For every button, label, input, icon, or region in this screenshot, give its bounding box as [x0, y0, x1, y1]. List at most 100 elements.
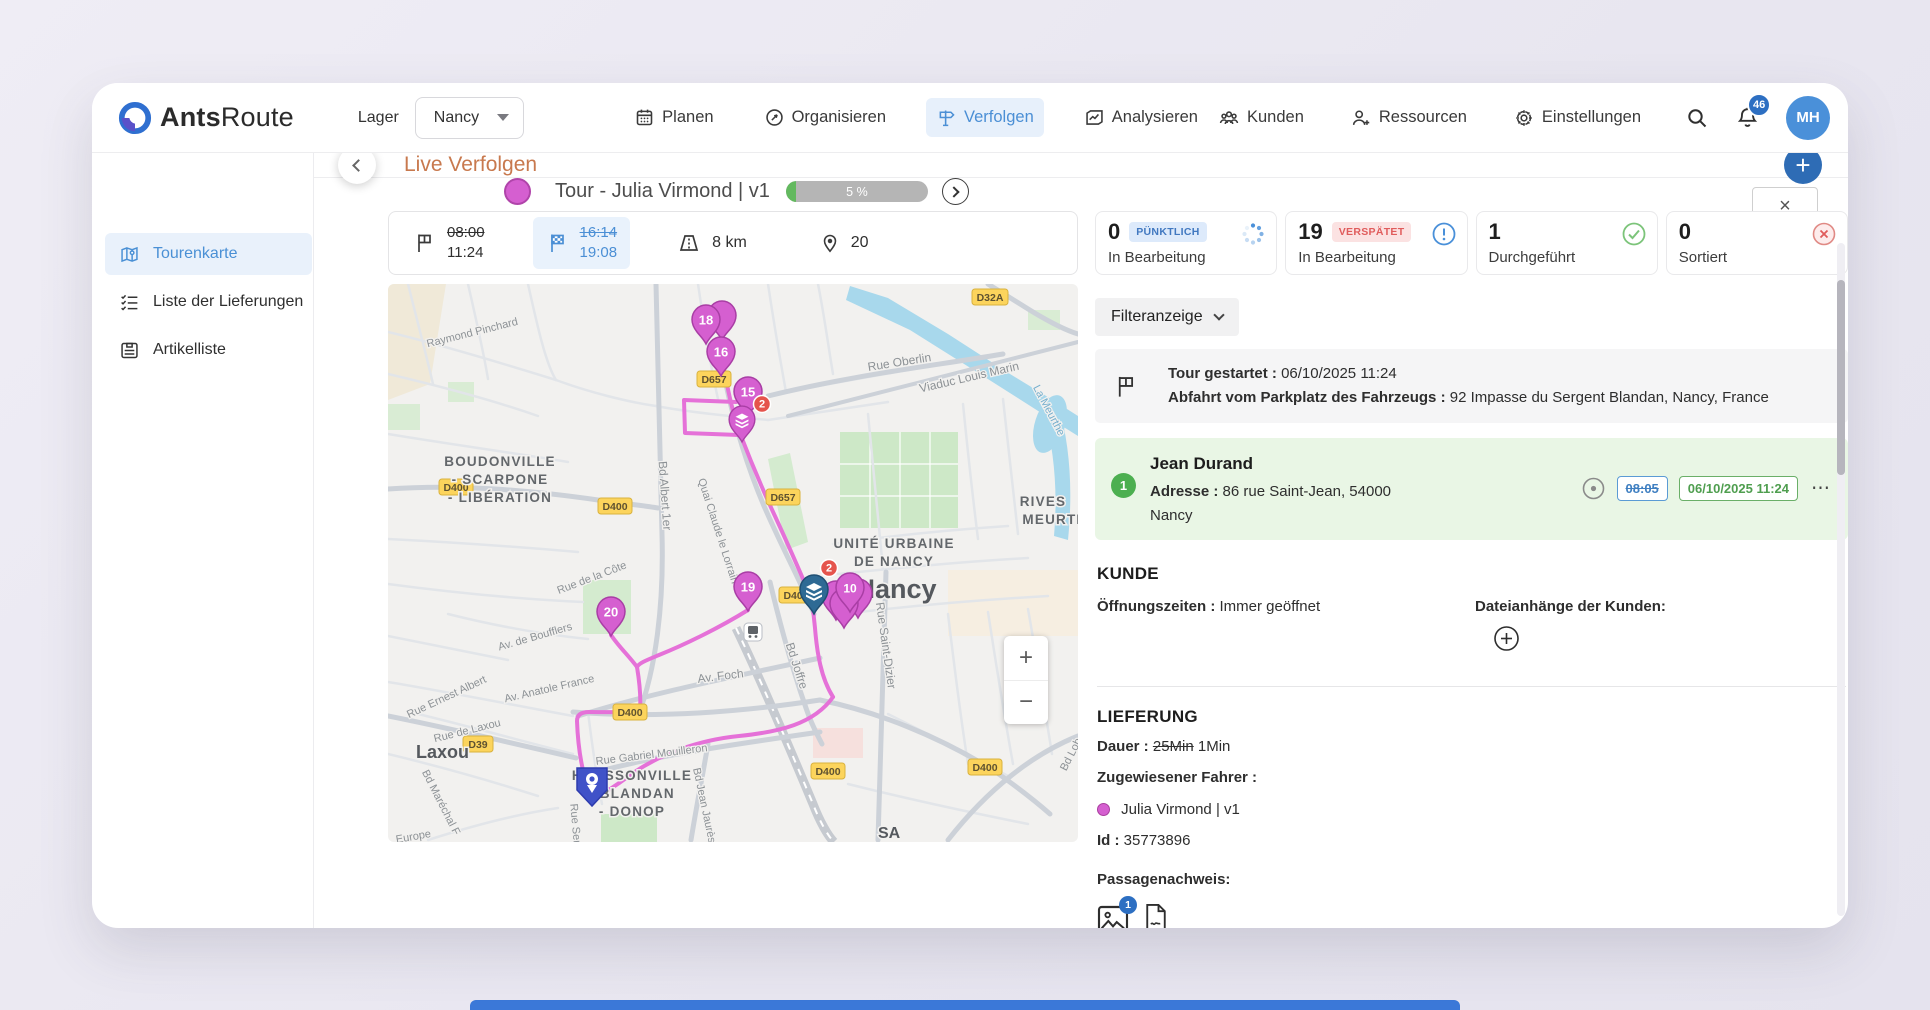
- panel-scrollbar-thumb[interactable]: [1837, 280, 1845, 475]
- chevron-left-icon: [352, 159, 365, 172]
- duration-actual: 1Min: [1198, 738, 1231, 755]
- road-icon: [676, 231, 702, 255]
- svg-text:Bd Maréchal F: Bd Maréchal F: [419, 768, 462, 837]
- nav-ressourcen[interactable]: Ressourcen: [1340, 98, 1477, 138]
- start-flag-icon: [1113, 373, 1140, 400]
- gauge-icon: [764, 107, 785, 128]
- svg-text:MEURTHE: MEURTHE: [1022, 512, 1078, 527]
- sidebar-item-lieferungen[interactable]: Liste der Lieferungen: [105, 281, 312, 323]
- kunde-heading: KUNDE: [1097, 564, 1846, 584]
- svg-text:Rue Ser: Rue Ser: [567, 803, 583, 842]
- status-badge: PÜNKTLICH: [1129, 222, 1206, 242]
- address-label: Adresse :: [1150, 483, 1218, 500]
- card-value: 0: [1108, 221, 1120, 243]
- delivery-stop-card[interactable]: 1 Jean Durand Adresse : 86 rue Saint-Jea…: [1095, 438, 1848, 540]
- antsroute-logo-icon: [118, 101, 152, 135]
- target-icon[interactable]: [1581, 476, 1606, 501]
- card-label: Sortiert: [1679, 249, 1835, 266]
- stop-index-badge: 1: [1111, 473, 1136, 498]
- check-circle-icon: [1621, 221, 1647, 247]
- chevron-right-icon: [948, 186, 959, 197]
- sidebar-item-tourenkarte[interactable]: Tourenkarte: [105, 233, 312, 275]
- nav-verfolgen[interactable]: Verfolgen: [926, 98, 1044, 137]
- spinner-icon: [1240, 221, 1266, 247]
- hours-label: Öffnungszeiten :: [1097, 598, 1215, 615]
- svg-text:D657: D657: [701, 374, 726, 386]
- map-icon: [119, 244, 140, 265]
- tour-name: Tour - Julia Virmond | v1: [555, 180, 770, 203]
- signpost-icon: [936, 107, 957, 128]
- background-dock-bar: [470, 1000, 1460, 1010]
- card-puenktlich: 0 PÜNKTLICH In Bearbeitung: [1095, 211, 1277, 275]
- search-button[interactable]: [1685, 106, 1709, 130]
- zoom-out-button[interactable]: −: [1004, 681, 1048, 725]
- tour-progress-bar: 5 %: [786, 181, 928, 202]
- card-label: In Bearbeitung: [1298, 249, 1454, 266]
- nav-planen[interactable]: Planen: [624, 98, 723, 137]
- planned-time-chip[interactable]: 08:05: [1617, 476, 1668, 501]
- hours-value: Immer geöffnet: [1220, 598, 1321, 615]
- svg-text:16: 16: [714, 345, 728, 360]
- svg-text:D400: D400: [617, 707, 642, 719]
- marker-pin-19[interactable]: 19: [734, 572, 762, 611]
- driver-name: Julia Virmond | v1: [1121, 801, 1240, 818]
- start-label: Tour gestartet :: [1168, 365, 1277, 382]
- tour-stops-cell: 20: [819, 231, 869, 255]
- tour-start-infobox: Tour gestartet : 06/10/2025 11:24 Abfahr…: [1095, 349, 1848, 423]
- nav-einstellungen[interactable]: Einstellungen: [1503, 98, 1651, 138]
- app-logo[interactable]: AntsRoute: [118, 101, 294, 135]
- svg-text:Quai Claude le Lorrain: Quai Claude le Lorrain: [695, 477, 740, 585]
- lieferung-heading: LIEFERUNG: [1097, 707, 1846, 727]
- route-map[interactable]: D32A D657 D400 D400 D657 D400 D400 D39 D…: [388, 284, 1078, 842]
- cross-circle-icon: [1811, 221, 1837, 247]
- sidebar-item-label: Artikelliste: [153, 341, 226, 359]
- chevron-down-icon: [1213, 309, 1224, 320]
- filter-display-button[interactable]: Filteranzeige: [1095, 298, 1239, 336]
- nav-kunden[interactable]: Kunden: [1208, 98, 1314, 138]
- nav-organisieren[interactable]: Organisieren: [754, 98, 896, 137]
- box-list-icon: [119, 340, 140, 361]
- actual-end-time: 19:08: [580, 243, 618, 263]
- map-zoom-control: + −: [1004, 636, 1048, 724]
- marker-pin-vehicle-group[interactable]: [800, 575, 828, 614]
- zoom-in-button[interactable]: +: [1004, 636, 1048, 681]
- svg-text:18: 18: [699, 313, 713, 328]
- avatar[interactable]: MH: [1786, 96, 1830, 140]
- tour-expand-button[interactable]: [942, 178, 969, 205]
- card-value: 1: [1489, 221, 1501, 243]
- more-options-button[interactable]: ⋯: [1811, 477, 1832, 500]
- duration-line: Dauer : 25Min 1Min: [1097, 736, 1846, 759]
- nav-analysieren[interactable]: Analysieren: [1074, 98, 1208, 137]
- notifications-button[interactable]: 46: [1735, 105, 1760, 130]
- svg-text:Laxou: Laxou: [416, 742, 469, 762]
- departure-value: 92 Impasse du Sergent Blandan, Nancy, Fr…: [1450, 389, 1769, 406]
- nav-organisieren-label: Organisieren: [792, 108, 886, 127]
- customer-address: Adresse : 86 rue Saint-Jean, 54000 Nancy: [1150, 480, 1391, 527]
- add-attachment-button[interactable]: [1493, 625, 1666, 656]
- id-line: Id : 35773896: [1097, 830, 1846, 853]
- sidebar-item-label: Liste der Lieferungen: [153, 293, 303, 311]
- svg-text:Rue Saint-Dizier: Rue Saint-Dizier: [873, 601, 899, 689]
- chevron-down-icon: [497, 114, 509, 121]
- actual-time-chip[interactable]: 06/10/2025 11:24: [1679, 476, 1798, 501]
- id-label: Id :: [1097, 832, 1120, 849]
- svg-text:D400: D400: [815, 766, 840, 778]
- svg-text:Bd Albert 1er: Bd Albert 1er: [656, 461, 675, 531]
- warehouse-value: Nancy: [434, 109, 479, 127]
- svg-text:D657: D657: [770, 492, 795, 504]
- driver-label-line: Zugewiesener Fahrer :: [1097, 767, 1846, 790]
- proof-signature-document[interactable]: [1143, 903, 1169, 928]
- sidebar-item-label: Tourenkarte: [153, 245, 238, 263]
- departure-label: Abfahrt vom Parkplatz des Fahrzeugs :: [1168, 389, 1446, 406]
- notification-count-badge: 46: [1747, 93, 1771, 117]
- warehouse-select[interactable]: Nancy: [415, 97, 524, 139]
- tour-end-cell[interactable]: 16:14 19:08: [533, 217, 631, 270]
- sidebar-item-artikelliste[interactable]: Artikelliste: [105, 329, 312, 371]
- customer-name: Jean Durand: [1150, 451, 1391, 477]
- tour-start-cell: 08:00 11:24: [413, 223, 485, 264]
- station-icon: [744, 623, 762, 641]
- person-plus-icon: [1350, 107, 1372, 129]
- svg-text:10: 10: [843, 582, 857, 596]
- svg-text:RIVES: RIVES: [1020, 494, 1067, 509]
- proof-photo-thumbnail[interactable]: 1: [1097, 905, 1129, 928]
